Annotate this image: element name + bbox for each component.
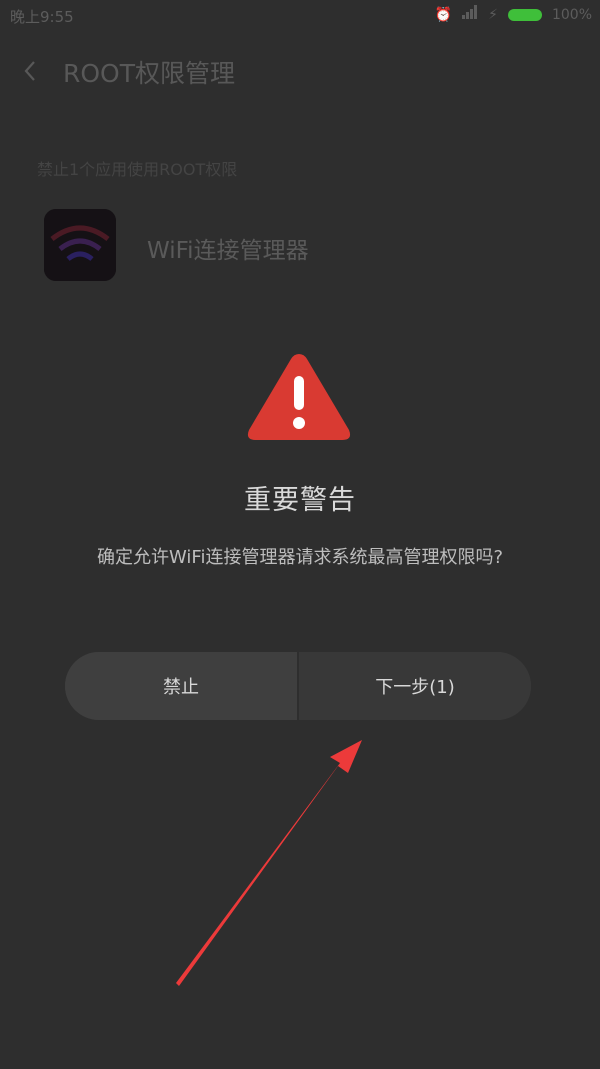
next-step-button[interactable]: 下一步(1) bbox=[299, 652, 531, 720]
app-icon bbox=[44, 209, 116, 281]
chevron-left-icon[interactable] bbox=[18, 52, 48, 88]
page-title: ROOT权限管理 bbox=[63, 59, 235, 88]
app-header: ROOT权限管理 bbox=[0, 48, 600, 92]
status-bar: 晚上9:55 ⏰ ⚡ 100% bbox=[0, 0, 600, 30]
status-icons: ⏰ ⚡ 100% bbox=[435, 5, 592, 24]
app-list-item[interactable]: WiFi连接管理器 bbox=[44, 209, 564, 281]
alarm-icon: ⏰ bbox=[434, 6, 453, 23]
dialog-title: 重要警告 bbox=[244, 485, 356, 516]
app-name: WiFi连接管理器 bbox=[147, 238, 309, 264]
signal-icon bbox=[462, 5, 478, 24]
charging-icon: ⚡ bbox=[488, 6, 498, 23]
section-caption: 禁止1个应用使用ROOT权限 bbox=[37, 160, 238, 179]
battery-percentage: 100% bbox=[551, 6, 592, 23]
warning-triangle-icon bbox=[244, 350, 354, 444]
battery-icon bbox=[507, 8, 542, 21]
status-time: 晚上9:55 bbox=[10, 8, 74, 26]
dialog-message: 确定允许WiFi连接管理器请求系统最高管理权限吗? bbox=[97, 547, 503, 568]
dialog-button-group: 禁止 下一步(1) bbox=[65, 652, 531, 720]
forbid-button[interactable]: 禁止 bbox=[65, 652, 299, 720]
